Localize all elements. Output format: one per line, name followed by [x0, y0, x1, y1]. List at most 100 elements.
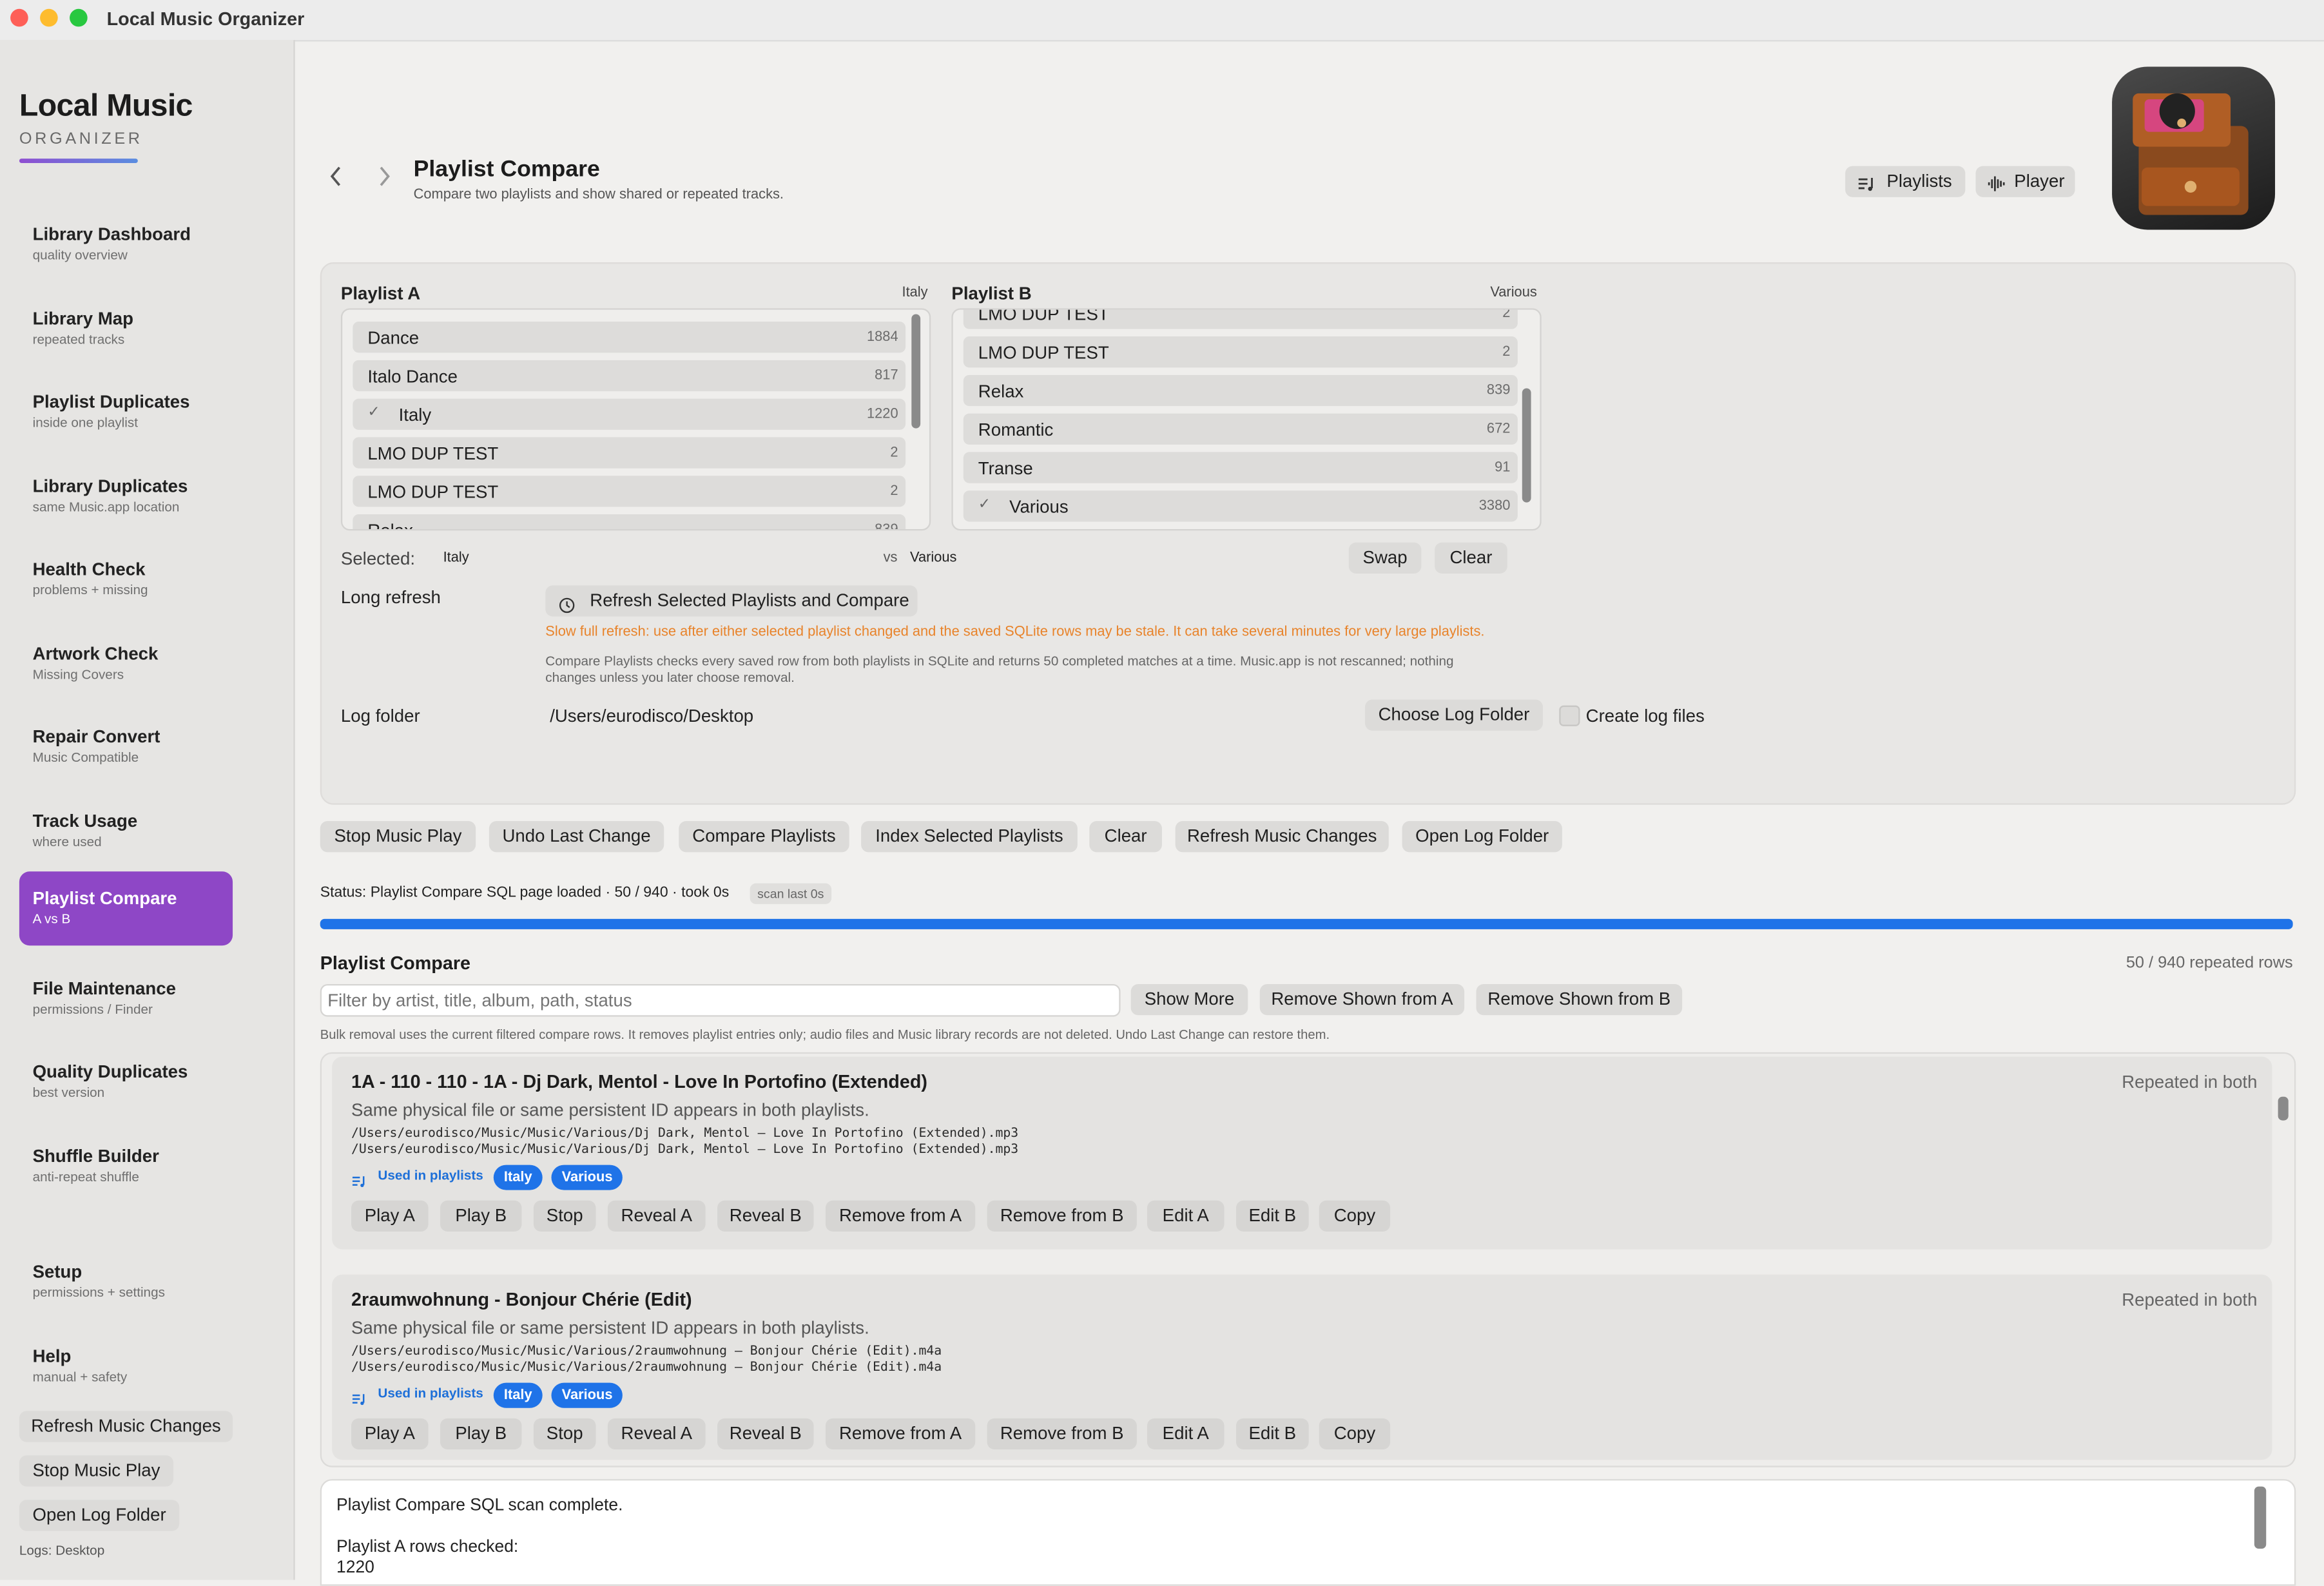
close-window-button[interactable] — [10, 8, 28, 27]
reveal-b-button[interactable]: Reveal B — [717, 1200, 814, 1232]
edit-b-button[interactable]: Edit B — [1235, 1418, 1309, 1450]
sidebar-item-artwork-check[interactable]: Artwork Check Missing Covers — [19, 627, 233, 701]
sidebar-item-setup[interactable]: Setup permissions + settings — [19, 1245, 233, 1319]
log-line-3: 1220 — [336, 1559, 374, 1577]
remove-from-a-button[interactable]: Remove from A — [825, 1418, 976, 1450]
remove-shown-a-button[interactable]: Remove Shown from A — [1259, 984, 1465, 1016]
refresh-compare-button[interactable]: Refresh Selected Playlists and Compare — [545, 585, 918, 617]
play-b-button[interactable]: Play B — [440, 1200, 522, 1232]
playlist-tag[interactable]: Italy — [493, 1165, 543, 1190]
minimize-window-button[interactable] — [40, 8, 58, 27]
refresh-music-changes-button[interactable]: Refresh Music Changes — [1175, 821, 1389, 853]
sidebar-item-help[interactable]: Help manual + safety — [19, 1330, 233, 1404]
status-text: Status: Playlist Compare SQL page loaded… — [320, 884, 730, 902]
open-log-folder-button[interactable]: Open Log Folder — [1402, 821, 1562, 853]
remove-shown-b-button[interactable]: Remove Shown from B — [1476, 984, 1683, 1016]
sidebar-item-library-map[interactable]: Library Map repeated tracks — [19, 292, 233, 366]
sidebar-item-library-dashboard[interactable]: Library Dashboard quality overview — [19, 208, 233, 282]
filter-input[interactable] — [320, 984, 1121, 1017]
zoom-window-button[interactable] — [70, 8, 88, 27]
sidebar-item-playlist-duplicates[interactable]: Playlist Duplicates inside one playlist — [19, 375, 233, 449]
results-scrollbar[interactable] — [2278, 1096, 2289, 1121]
playlist-a-row[interactable]: LMO DUP TEST 2 — [353, 437, 906, 469]
compare-playlists-button[interactable]: Compare Playlists — [679, 821, 849, 853]
remove-from-a-button[interactable]: Remove from A — [825, 1200, 976, 1232]
log-scrollbar[interactable] — [2254, 1486, 2267, 1549]
create-log-files-checkbox[interactable] — [1559, 705, 1580, 726]
swap-button[interactable]: Swap — [1348, 542, 1422, 574]
playlist-count: 839 — [1486, 382, 1511, 399]
playlist-a-list[interactable]: Dance 1884 Italo Dance 817 ✓ Italy 1220 LMO DUP… — [340, 308, 931, 531]
sidebar-item-shuffle-builder[interactable]: Shuffle Builder anti-repeat shuffle — [19, 1129, 233, 1203]
playlists-button[interactable]: Playlists — [1845, 166, 1966, 197]
playlist-a-row[interactable]: Italo Dance 817 — [353, 360, 906, 392]
show-more-button[interactable]: Show More — [1130, 984, 1248, 1016]
page-title: Playlist Compare — [413, 157, 600, 182]
selected-label: Selected: — [340, 548, 416, 570]
remove-from-b-button[interactable]: Remove from B — [987, 1418, 1137, 1450]
clear-button[interactable]: Clear — [1089, 821, 1162, 853]
stop-button[interactable]: Stop — [533, 1200, 596, 1232]
reveal-a-button[interactable]: Reveal A — [607, 1200, 706, 1232]
playlist-usage-icon — [351, 1388, 366, 1414]
reveal-a-button[interactable]: Reveal A — [607, 1418, 706, 1450]
clear-selection-button[interactable]: Clear — [1435, 542, 1507, 574]
choose-log-folder-button[interactable]: Choose Log Folder — [1365, 699, 1543, 731]
playlist-a-scrollbar[interactable] — [911, 314, 921, 429]
stop-music-play-button[interactable]: Stop Music Play — [320, 821, 476, 853]
playlist-tag[interactable]: Various — [551, 1165, 623, 1190]
player-button[interactable]: Player — [1975, 166, 2075, 197]
sidebar-item-track-usage[interactable]: Track Usage where used — [19, 795, 233, 869]
remove-from-b-button[interactable]: Remove from B — [987, 1200, 1137, 1232]
progress-fill — [320, 918, 2293, 929]
playlist-b-list[interactable]: LMO DUP TEST 2 LMO DUP TEST 2 Relax 839 Romant… — [951, 308, 1542, 531]
playlist-tag[interactable]: Italy — [493, 1382, 543, 1408]
play-b-button[interactable]: Play B — [440, 1418, 522, 1450]
edit-a-button[interactable]: Edit A — [1147, 1418, 1225, 1450]
sidebar-item-quality-duplicates[interactable]: Quality Duplicates best version — [19, 1045, 233, 1119]
copy-button[interactable]: Copy — [1319, 1418, 1391, 1450]
playlist-count: 2 — [890, 444, 898, 461]
playlist-a-row[interactable]: ✓ Italy 1220 — [353, 398, 906, 430]
playlist-a-row[interactable]: Relax 839 — [353, 514, 906, 529]
sidebar-refresh-button[interactable]: Refresh Music Changes — [19, 1411, 233, 1442]
playlist-b-row[interactable]: LMO DUP TEST 2 — [963, 309, 1518, 329]
playlist-name: LMO DUP TEST — [367, 443, 499, 464]
edit-b-button[interactable]: Edit B — [1235, 1200, 1309, 1232]
playlist-b-row[interactable]: LMO DUP TEST 2 — [963, 336, 1518, 368]
stop-button[interactable]: Stop — [533, 1418, 596, 1450]
sidebar-item-sublabel: quality overview — [32, 247, 128, 263]
undo-last-change-button[interactable]: Undo Last Change — [489, 821, 664, 853]
playlist-b-row[interactable]: Romantic 672 — [963, 413, 1518, 445]
play-a-button[interactable]: Play A — [351, 1200, 429, 1232]
scan-time-badge: scan last 0s — [750, 883, 831, 904]
playlist-name: LMO DUP TEST — [978, 342, 1109, 363]
forward-icon[interactable] — [375, 164, 393, 195]
sidebar-open-log-button[interactable]: Open Log Folder — [19, 1500, 180, 1531]
playlist-tag[interactable]: Various — [551, 1382, 623, 1408]
playlist-count: 91 — [1495, 459, 1511, 476]
sidebar-item-label: Playlist Compare — [32, 887, 177, 909]
back-icon[interactable] — [327, 164, 345, 195]
sidebar-item-health-check[interactable]: Health Check problems + missing — [19, 543, 233, 617]
playlist-b-row[interactable]: Relax 839 — [963, 374, 1518, 407]
playlist-b-row[interactable]: ✓ Various 3380 — [963, 490, 1518, 522]
playlist-a-row[interactable]: Dance 1884 — [353, 322, 906, 353]
sidebar-item-playlist-compare[interactable]: Playlist Compare A vs B — [19, 871, 233, 946]
sidebar-stop-button[interactable]: Stop Music Play — [19, 1455, 174, 1487]
playlist-a-row[interactable]: LMO DUP TEST 2 — [353, 476, 906, 507]
playlist-b-scrollbar[interactable] — [1522, 388, 1531, 503]
playlist-b-row[interactable]: Transe 91 — [963, 452, 1518, 483]
copy-button[interactable]: Copy — [1319, 1200, 1391, 1232]
sidebar-item-file-maintenance[interactable]: File Maintenance permissions / Finder — [19, 962, 233, 1036]
sidebar-item-label: Library Map — [32, 308, 134, 329]
edit-a-button[interactable]: Edit A — [1147, 1200, 1225, 1232]
index-selected-playlists-button[interactable]: Index Selected Playlists — [861, 821, 1078, 853]
sidebar-item-repair-convert[interactable]: Repair Convert Music Compatible — [19, 710, 233, 784]
playlist-name: Italo Dance — [367, 366, 458, 387]
sidebar-item-library-duplicates[interactable]: Library Duplicates same Music.app locatio… — [19, 459, 233, 534]
reveal-b-button[interactable]: Reveal B — [717, 1418, 814, 1450]
play-a-button[interactable]: Play A — [351, 1418, 429, 1450]
match-description: Same physical file or same persistent ID… — [351, 1317, 869, 1339]
path-a: /Users/eurodisco/Music/Music/Various/Dj … — [351, 1126, 1019, 1141]
